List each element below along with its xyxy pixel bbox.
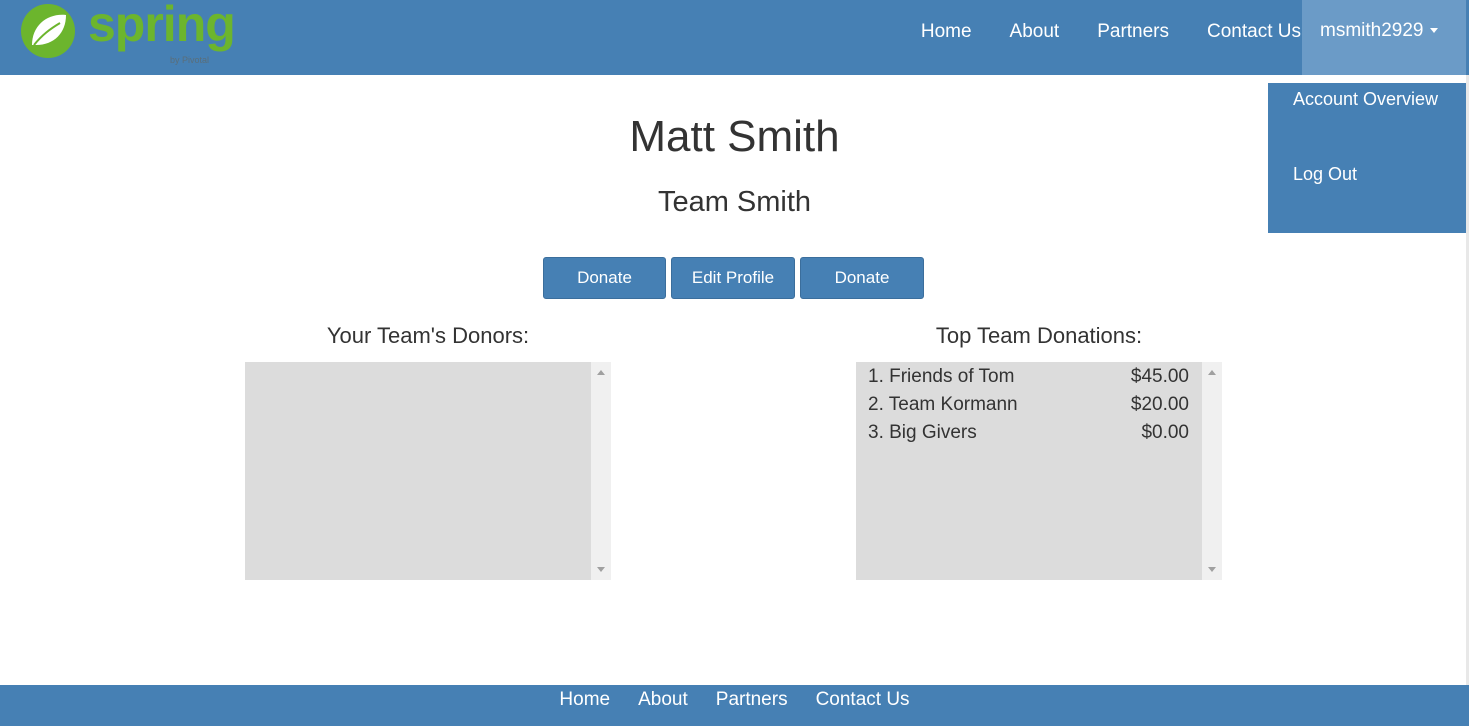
donation-team: 1. Friends of Tom: [868, 366, 1015, 387]
scroll-down-icon[interactable]: [597, 567, 605, 572]
donation-amount: $45.00: [1130, 366, 1189, 387]
scroll-up-icon[interactable]: [597, 370, 605, 375]
top-donations-list[interactable]: 1. Friends of Tom $45.00 2. Team Kormann…: [856, 362, 1222, 580]
footer-contact-us[interactable]: Contact Us: [816, 689, 910, 711]
list-item[interactable]: 1. Friends of Tom $45.00: [868, 366, 1189, 388]
footer-home[interactable]: Home: [559, 689, 610, 711]
nav-partners[interactable]: Partners: [1097, 21, 1169, 43]
donate-button[interactable]: Donate: [543, 257, 666, 299]
footer-partners[interactable]: Partners: [716, 689, 788, 711]
donation-team: 3. Big Givers: [868, 422, 977, 443]
top-donations-scrollbar[interactable]: [1202, 362, 1222, 580]
donors-list-scrollbar[interactable]: [591, 362, 611, 580]
username-label: msmith2929: [1320, 20, 1424, 41]
scroll-up-icon[interactable]: [1208, 370, 1216, 375]
profile-name: Matt Smith: [629, 112, 840, 161]
donors-heading: Your Team's Donors:: [326, 323, 530, 348]
brand-subtitle: by Pivotal: [170, 55, 210, 65]
nav-contact-us[interactable]: Contact Us: [1207, 21, 1301, 43]
user-menu-toggle[interactable]: msmith2929: [1302, 0, 1466, 75]
footer-about[interactable]: About: [638, 689, 688, 711]
donation-amount: $0.00: [1141, 422, 1189, 443]
nav-about[interactable]: About: [1010, 21, 1060, 43]
nav-links: Home About Partners Contact Us: [883, 0, 1301, 75]
spring-logo[interactable]: spring by Pivotal: [20, 0, 236, 71]
donors-list[interactable]: [245, 362, 611, 580]
team-name: Team Smith: [657, 186, 812, 218]
menu-item-account-overview[interactable]: Account Overview: [1293, 89, 1438, 110]
footer-nav: Home About Partners Contact Us: [0, 685, 1469, 726]
donation-team: 2. Team Kormann: [868, 394, 1018, 415]
edit-profile-button[interactable]: Edit Profile: [671, 257, 795, 299]
list-item[interactable]: 3. Big Givers $0.00: [868, 422, 1189, 444]
leaf-icon: [21, 4, 75, 58]
top-navbar: spring by Pivotal Home About Partners Co…: [0, 0, 1469, 75]
menu-item-log-out[interactable]: Log Out: [1293, 164, 1357, 185]
top-donations-heading: Top Team Donations:: [935, 323, 1143, 348]
list-item[interactable]: 2. Team Kormann $20.00: [868, 394, 1189, 416]
donation-amount: $20.00: [1130, 394, 1189, 415]
caret-down-icon: [1429, 28, 1438, 34]
nav-home[interactable]: Home: [921, 21, 972, 43]
brand-name: spring: [88, 0, 236, 52]
donate-button-secondary[interactable]: Donate: [800, 257, 924, 299]
scroll-down-icon[interactable]: [1208, 567, 1216, 572]
